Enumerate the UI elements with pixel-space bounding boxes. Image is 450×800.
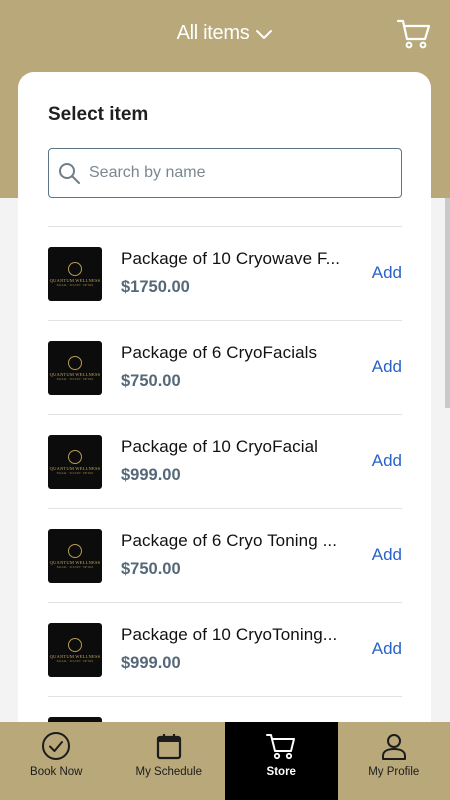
item-name: Package of 6 CryoFacials (121, 343, 318, 362)
thumbnail-subtitle: FACIAL · SCULPT · DETOX (56, 282, 94, 287)
item-price: $999.00 (121, 466, 181, 484)
item-price: $999.00 (121, 654, 181, 672)
logo-emblem-icon (68, 261, 82, 276)
cart-icon (266, 734, 296, 760)
tab-my-profile[interactable]: My Profile (338, 722, 450, 800)
item-thumbnail: QUANTUM WELLNESS FACIAL · SCULPT · DETOX (48, 435, 102, 489)
tab-label: Store (266, 766, 296, 778)
add-button[interactable]: Add (372, 263, 402, 283)
category-title: All items (176, 22, 250, 44)
search-icon (59, 163, 80, 184)
add-button[interactable]: Add (372, 639, 402, 659)
category-selector[interactable]: All items (0, 22, 450, 45)
profile-icon (381, 734, 406, 760)
item-picker-panel: Select item QUANTUM WELLNESS FACIAL · SC… (18, 72, 431, 772)
item-thumbnail: QUANTUM WELLNESS FACIAL · SCULPT · DETOX (48, 247, 102, 301)
item-list: QUANTUM WELLNESS FACIAL · SCULPT · DETOX… (48, 226, 402, 772)
panel-title: Select item (48, 104, 149, 125)
search-input[interactable] (89, 164, 389, 182)
tab-store[interactable]: Store (225, 722, 338, 800)
item-name: Package of 10 CryoFacial (121, 437, 319, 456)
item-price: $1750.00 (121, 278, 190, 296)
item-thumbnail: QUANTUM WELLNESS FACIAL · SCULPT · DETOX (48, 623, 102, 677)
list-item[interactable]: QUANTUM WELLNESS FACIAL · SCULPT · DETOX… (48, 508, 402, 602)
bottom-tab-bar: Book Now My Schedule Store My Profile (0, 722, 450, 800)
check-circle-icon (42, 732, 71, 760)
item-thumbnail: QUANTUM WELLNESS FACIAL · SCULPT · DETOX (48, 341, 102, 395)
thumbnail-subtitle: FACIAL · SCULPT · DETOX (56, 564, 94, 569)
add-button[interactable]: Add (372, 545, 402, 565)
item-price: $750.00 (121, 560, 181, 578)
search-box[interactable] (48, 148, 402, 198)
scrollbar[interactable] (445, 198, 450, 408)
tab-my-schedule[interactable]: My Schedule (113, 722, 226, 800)
calendar-icon (156, 734, 181, 760)
logo-emblem-icon (68, 355, 82, 370)
list-item[interactable]: QUANTUM WELLNESS FACIAL · SCULPT · DETOX… (48, 602, 402, 696)
item-price: $750.00 (121, 372, 181, 390)
item-thumbnail: QUANTUM WELLNESS FACIAL · SCULPT · DETOX (48, 529, 102, 583)
chevron-down-icon (256, 29, 273, 39)
tab-label: My Schedule (135, 766, 202, 778)
thumbnail-subtitle: FACIAL · SCULPT · DETOX (56, 470, 94, 475)
item-name: Package of 10 Cryowave F... (121, 249, 341, 268)
logo-emblem-icon (68, 449, 82, 464)
tab-book-now[interactable]: Book Now (0, 722, 113, 800)
logo-emblem-icon (68, 543, 82, 558)
add-button[interactable]: Add (372, 357, 402, 377)
thumbnail-subtitle: FACIAL · SCULPT · DETOX (56, 658, 94, 663)
add-button[interactable]: Add (372, 451, 402, 471)
list-item[interactable]: QUANTUM WELLNESS FACIAL · SCULPT · DETOX… (48, 320, 402, 414)
list-item[interactable]: QUANTUM WELLNESS FACIAL · SCULPT · DETOX… (48, 414, 402, 508)
thumbnail-subtitle: FACIAL · SCULPT · DETOX (56, 376, 94, 381)
item-name: Package of 6 Cryo Toning ... (121, 531, 338, 550)
cart-icon[interactable] (396, 16, 432, 52)
list-item[interactable]: QUANTUM WELLNESS FACIAL · SCULPT · DETOX… (48, 226, 402, 320)
logo-emblem-icon (68, 637, 82, 652)
item-name: Package of 10 CryoToning... (121, 625, 338, 644)
tab-label: Book Now (30, 766, 83, 778)
tab-label: My Profile (368, 766, 420, 778)
